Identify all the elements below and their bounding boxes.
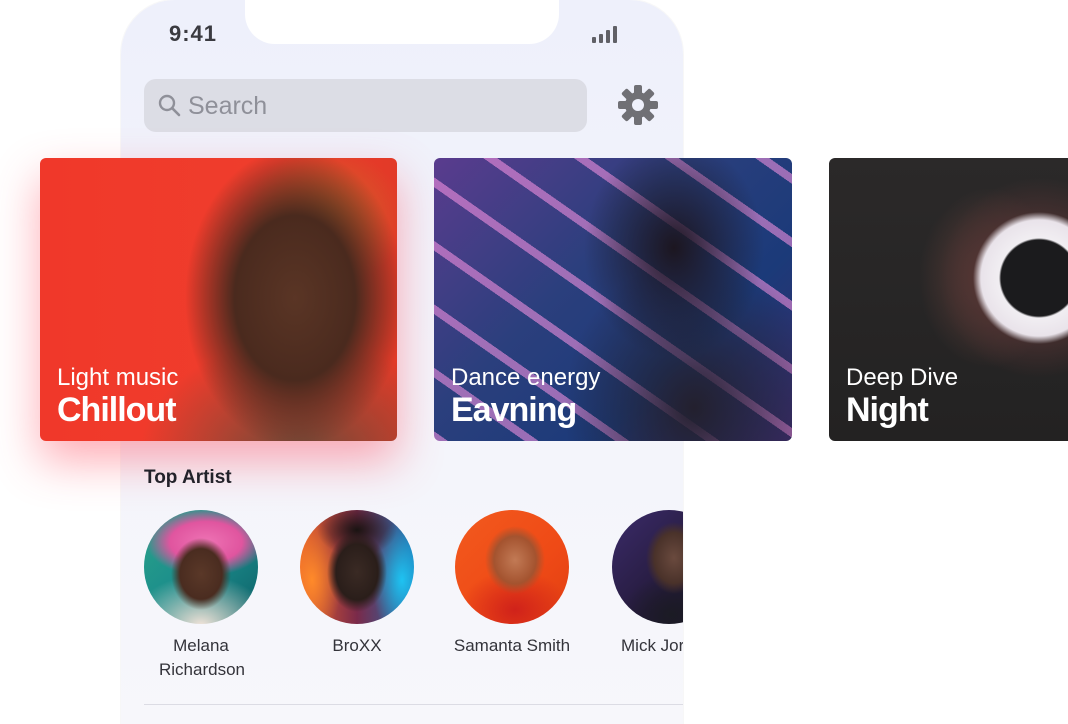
artist-avatar — [612, 510, 683, 624]
playlist-card-eavning[interactable]: Dance energy Eavning — [434, 158, 792, 441]
phone-notch — [245, 0, 559, 44]
playlist-card-chillout[interactable]: Light music Chillout — [40, 158, 397, 441]
artist-name: BroXX — [332, 636, 382, 655]
card-subtitle: Light music — [57, 364, 179, 391]
signal-icon — [592, 25, 620, 43]
artist-avatar — [455, 510, 569, 624]
card-title: Chillout — [57, 391, 177, 429]
search-input[interactable]: Search — [144, 79, 587, 132]
search-icon — [158, 94, 181, 117]
card-subtitle: Deep Dive — [846, 364, 959, 391]
artist-item-clipped[interactable]: Mick Jor — [597, 505, 683, 705]
card-subtitle: Dance energy — [451, 364, 601, 391]
artist-avatar — [144, 510, 258, 624]
card-title: Night — [846, 391, 929, 429]
search-placeholder: Search — [188, 92, 268, 120]
section-title-top-artist: Top Artist — [144, 467, 232, 488]
gear-icon[interactable] — [617, 84, 659, 126]
artist-avatar — [300, 510, 414, 624]
artist-name: Melana Richardson — [159, 636, 245, 679]
divider — [144, 704, 683, 705]
playlist-card-night[interactable]: Deep Dive Night — [829, 158, 1068, 441]
artist-name: Samanta Smith — [453, 636, 571, 655]
artist-name: Mick Jor — [621, 636, 683, 655]
card-title: Eavning — [451, 391, 577, 429]
status-time: 9:41 — [169, 21, 218, 46]
